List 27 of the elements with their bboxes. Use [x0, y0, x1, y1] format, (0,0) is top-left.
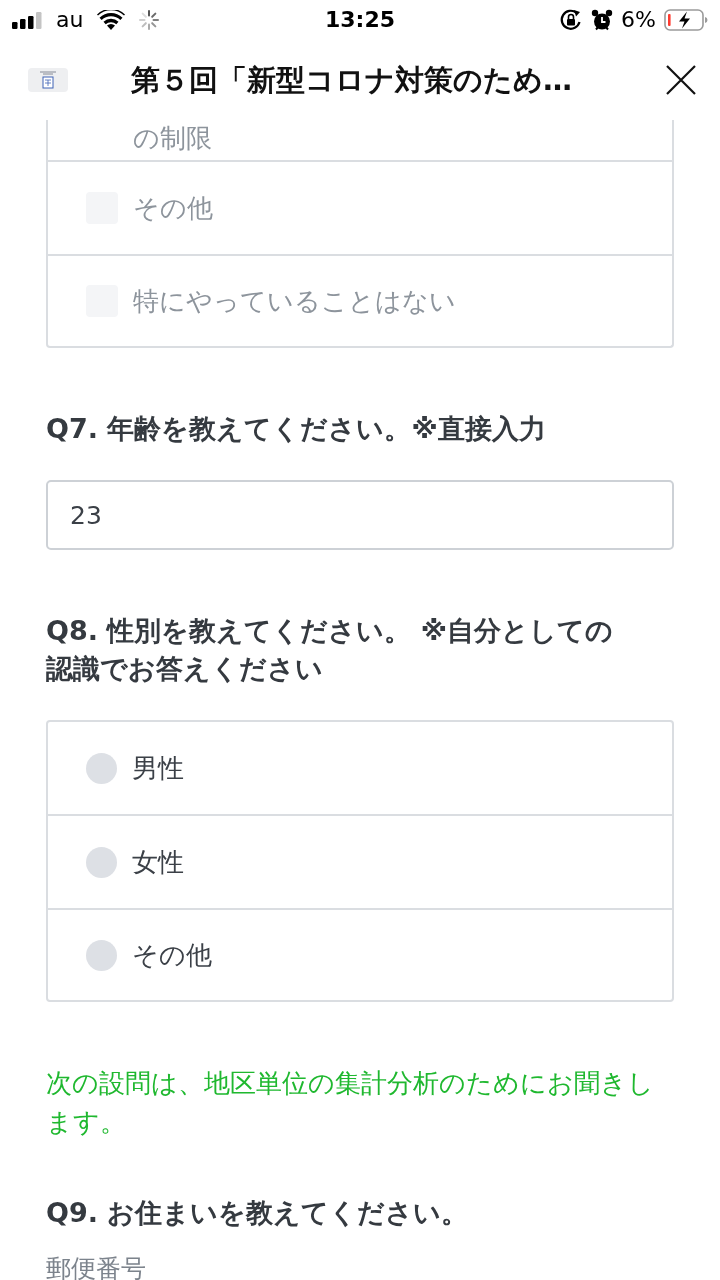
option-label: その他	[132, 939, 212, 971]
radio-button[interactable]	[86, 846, 117, 878]
close-icon	[666, 65, 696, 95]
field-label: 郵便番号	[46, 1254, 147, 1280]
text-input-field[interactable]: 23	[46, 480, 674, 550]
page-thumbnail-icon	[28, 68, 68, 92]
option-label: の制限	[133, 122, 212, 154]
loading-spinner-icon	[139, 10, 160, 30]
note-text: 次の設問は、地区単位の集計分析のためにお聞きします。	[46, 1067, 655, 1139]
page-title: 第５回「新型コロナ対策のため…	[131, 62, 573, 98]
question-heading: Q9. お住まいを教えてください。	[46, 1196, 470, 1230]
carrier-name: au	[56, 7, 84, 33]
option-label: 男性	[132, 752, 184, 784]
battery-percent: 6%	[621, 7, 656, 33]
battery-icon	[664, 9, 708, 31]
question-heading: Q7. 年齢を教えてください。※直接入力	[46, 412, 547, 446]
alarm-clock-icon	[591, 9, 614, 31]
option-label: 女性	[132, 846, 184, 878]
status-time: 13:25	[325, 7, 395, 33]
close-button[interactable]	[664, 63, 698, 97]
option-label: その他	[133, 192, 213, 224]
signal-icon	[12, 11, 42, 29]
wifi-icon	[97, 10, 126, 30]
question-heading: Q8. 性別を教えてください。 ※自分としての認識でお答えください	[46, 614, 615, 686]
option-label: 特にやっていることはない	[133, 285, 456, 317]
radio-button[interactable]	[86, 752, 117, 784]
radio-button[interactable]	[86, 939, 117, 971]
